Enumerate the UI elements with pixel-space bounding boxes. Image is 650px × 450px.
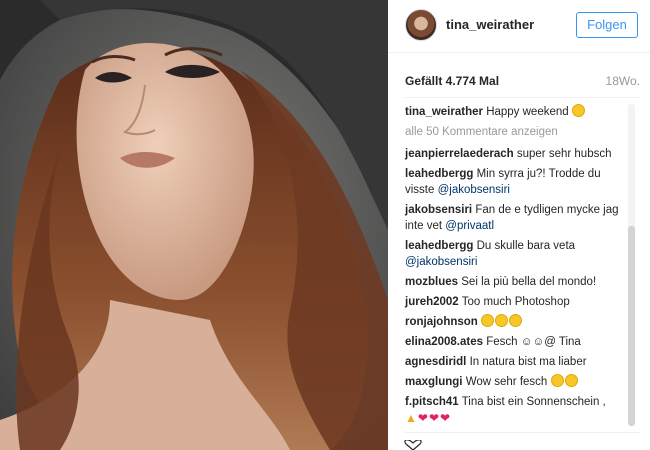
comment-username[interactable]: maxglungi: [405, 376, 463, 388]
red-heart-emoji-icon: ❤: [417, 411, 428, 425]
comment-username[interactable]: jureh2002: [405, 296, 459, 308]
divider: [405, 432, 640, 433]
comment-username[interactable]: f.pitsch41: [405, 396, 459, 408]
heart-eyes-emoji-icon: [564, 374, 578, 387]
post-side-panel: tina_weirather Folgen Gefällt 4.774 Mal …: [388, 0, 650, 450]
comment-username[interactable]: agnesdiridl: [405, 356, 466, 368]
comment-text: Wow sehr fesch: [465, 376, 551, 388]
comment-item: f.pitsch41 Tina bist ein Sonnenschein , …: [405, 394, 623, 427]
comment-item: mozblues Sei la più bella del mondo!: [405, 274, 623, 290]
comment-item: maxglungi Wow sehr fesch: [405, 374, 623, 390]
likes-row: Gefällt 4.774 Mal 18Wo.: [405, 74, 640, 90]
comment-text: Du skulle bara veta: [476, 240, 576, 252]
comment-text: Tina bist ein Sonnenschein ,: [461, 396, 606, 408]
comment-item: leahedbergg Min syrra ju?! Trodde du vis…: [405, 166, 623, 198]
caption-text: Happy weekend: [486, 106, 569, 118]
comment-username[interactable]: leahedbergg: [405, 168, 473, 180]
avatar[interactable]: [405, 9, 437, 41]
comment-username[interactable]: elina2008.ates: [405, 336, 483, 348]
comment-item: jakobsensiri Fan de e tydligen mycke jag…: [405, 202, 623, 234]
comment-item: elina2008.ates Fesch ☺☺@ Tina: [405, 334, 623, 350]
comment-username[interactable]: leahedbergg: [405, 240, 473, 252]
post-photo[interactable]: [0, 0, 388, 450]
comment-item: leahedbergg Du skulle bara veta @jakobse…: [405, 238, 623, 270]
likes-count[interactable]: Gefällt 4.774 Mal: [405, 74, 499, 88]
heart-eyes-emoji-icon: [509, 314, 523, 327]
post-timestamp[interactable]: 18Wo.: [606, 74, 640, 88]
heart-like-icon[interactable]: [404, 440, 422, 450]
heart-eyes-emoji-icon: [495, 314, 509, 327]
comment-item: jureh2002 Too much Photoshop: [405, 294, 623, 310]
load-more-comments-link[interactable]: alle 50 Kommentare anzeigen: [405, 124, 623, 140]
comment-item: ronjajohnson: [405, 314, 623, 330]
comment-username[interactable]: ronjajohnson: [405, 316, 478, 328]
comment-text: Fesch ☺☺@ Tina: [486, 336, 581, 348]
comment-text: super sehr hubsch: [516, 148, 612, 160]
profile-username[interactable]: tina_weirather: [446, 17, 534, 32]
follow-button[interactable]: Folgen: [576, 12, 638, 38]
comment-item: jeanpierrelaederach super sehr hubsch: [405, 146, 623, 162]
comment-username[interactable]: jeanpierrelaederach: [405, 148, 514, 160]
red-heart-emoji-icon: ❤: [440, 411, 451, 425]
comment-username[interactable]: tina_weirather: [405, 106, 483, 118]
comment-mention[interactable]: @privaatl: [445, 220, 494, 232]
thumbs-up-emoji-icon: ▲: [405, 411, 417, 425]
red-heart-emoji-icon: ❤: [428, 411, 440, 425]
comment-text: Sei la più bella del mondo!: [461, 276, 597, 288]
comments-list: tina_weirather Happy weekend alle 50 Kom…: [405, 104, 623, 431]
comment-text: Too much Photoshop: [461, 296, 570, 308]
heart-eyes-emoji-icon: [481, 314, 495, 327]
comment-username[interactable]: jakobsensiri: [405, 204, 472, 216]
comment-mention[interactable]: @jakobsensiri: [438, 184, 510, 196]
post-header: tina_weirather Folgen: [388, 0, 650, 53]
comment-mention[interactable]: @jakobsensiri: [405, 256, 477, 268]
comment-text: In natura bist ma liaber: [469, 356, 587, 368]
comment-username[interactable]: mozblues: [405, 276, 458, 288]
portrait-image: [0, 0, 388, 450]
comments-scrollbar[interactable]: [628, 104, 635, 426]
scrollbar-thumb[interactable]: [628, 226, 635, 426]
heart-eyes-emoji-icon: [550, 374, 564, 387]
divider: [405, 97, 640, 98]
smiling-face-icon: [571, 104, 585, 117]
comment-item: agnesdiridl In natura bist ma liaber: [405, 354, 623, 370]
caption: tina_weirather Happy weekend: [405, 104, 623, 120]
